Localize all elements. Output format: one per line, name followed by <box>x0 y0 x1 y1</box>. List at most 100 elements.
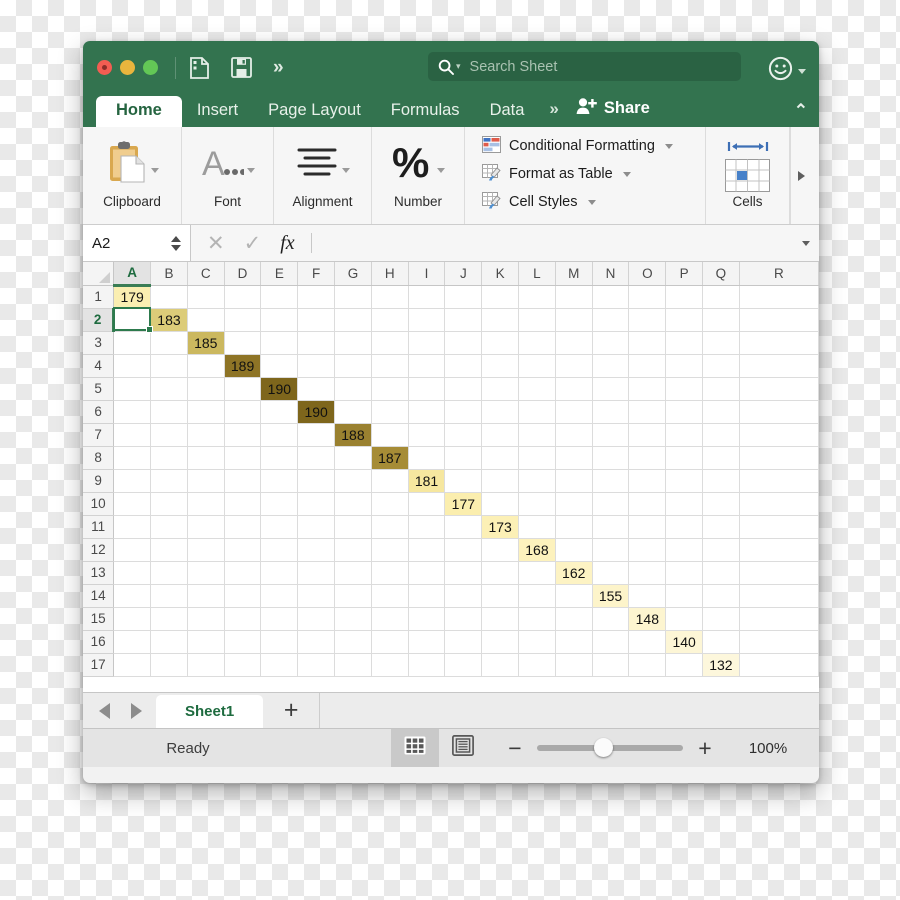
new-from-template-icon[interactable] <box>189 56 210 79</box>
collapse-ribbon-icon[interactable]: ⌃ <box>794 101 808 121</box>
page-layout-view-button[interactable] <box>439 729 487 767</box>
cell-D10[interactable] <box>224 492 262 516</box>
cell-D11[interactable] <box>224 515 262 539</box>
cell-H4[interactable] <box>371 354 409 378</box>
cell-M8[interactable] <box>555 446 593 470</box>
cell-B9[interactable] <box>150 469 188 493</box>
chevron-down-icon[interactable] <box>664 143 673 149</box>
cell-K6[interactable] <box>481 400 520 424</box>
cell-R8[interactable] <box>739 446 819 470</box>
cell-R6[interactable] <box>739 400 819 424</box>
column-header-q[interactable]: Q <box>702 262 740 286</box>
fill-handle[interactable] <box>146 326 153 333</box>
cell-P1[interactable] <box>665 285 704 309</box>
cell-H12[interactable] <box>371 538 409 562</box>
cell-K15[interactable] <box>481 607 520 631</box>
cell-O11[interactable] <box>628 515 667 539</box>
chevron-down-icon[interactable] <box>622 171 631 177</box>
cell-D4[interactable]: 189 <box>224 354 262 378</box>
cell-I1[interactable] <box>408 285 446 309</box>
cell-H2[interactable] <box>371 308 409 332</box>
cell-E5[interactable]: 190 <box>260 377 299 401</box>
ribbon-group-number[interactable]: % Number <box>372 127 465 224</box>
cell-I12[interactable] <box>408 538 446 562</box>
cell-C1[interactable] <box>187 285 225 309</box>
cell-E6[interactable] <box>260 400 299 424</box>
confirm-formula-icon[interactable]: ✓ <box>244 233 262 254</box>
cell-B16[interactable] <box>150 630 188 654</box>
cell-R3[interactable] <box>739 331 819 355</box>
cell-A12[interactable] <box>113 538 152 562</box>
ribbon-overflow-button[interactable] <box>790 127 812 224</box>
cell-Q6[interactable] <box>702 400 740 424</box>
cell-R17[interactable] <box>739 653 819 677</box>
cell-K10[interactable] <box>481 492 520 516</box>
cell-O1[interactable] <box>628 285 667 309</box>
cell-O9[interactable] <box>628 469 667 493</box>
cell-L9[interactable] <box>518 469 556 493</box>
close-window-button[interactable] <box>97 60 112 75</box>
cell-O13[interactable] <box>628 561 667 585</box>
percent-icon[interactable]: % <box>392 139 434 190</box>
cell-B8[interactable] <box>150 446 188 470</box>
formula-input[interactable] <box>311 225 793 261</box>
cell-K17[interactable] <box>481 653 520 677</box>
cell-R11[interactable] <box>739 515 819 539</box>
cell-B1[interactable] <box>150 285 188 309</box>
alignment-lines-icon[interactable] <box>295 145 339 186</box>
cell-J16[interactable] <box>444 630 483 654</box>
cell-Q15[interactable] <box>702 607 740 631</box>
cell-B3[interactable] <box>150 331 188 355</box>
cell-F5[interactable] <box>297 377 336 401</box>
cell-P16[interactable]: 140 <box>665 630 704 654</box>
cell-K5[interactable] <box>481 377 520 401</box>
column-header-f[interactable]: F <box>297 262 336 286</box>
cell-Q12[interactable] <box>702 538 740 562</box>
cell-C8[interactable] <box>187 446 225 470</box>
insert-function-icon[interactable]: fx <box>280 232 294 255</box>
cell-P3[interactable] <box>665 331 704 355</box>
cell-I14[interactable] <box>408 584 446 608</box>
zoom-slider-knob[interactable] <box>594 738 613 757</box>
cell-F13[interactable] <box>297 561 336 585</box>
ribbon-group-font[interactable]: A Font <box>182 127 274 224</box>
cell-E12[interactable] <box>260 538 299 562</box>
row-header-10[interactable]: 10 <box>83 492 115 516</box>
cell-M14[interactable] <box>555 584 593 608</box>
cell-E10[interactable] <box>260 492 299 516</box>
cell-Q13[interactable] <box>702 561 740 585</box>
cell-G5[interactable] <box>334 377 372 401</box>
cell-P15[interactable] <box>665 607 704 631</box>
cell-L14[interactable] <box>518 584 556 608</box>
cell-I16[interactable] <box>408 630 446 654</box>
cell-C11[interactable] <box>187 515 225 539</box>
cell-I15[interactable] <box>408 607 446 631</box>
cell-C12[interactable] <box>187 538 225 562</box>
column-header-b[interactable]: B <box>150 262 188 286</box>
cell-C15[interactable] <box>187 607 225 631</box>
cell-J9[interactable] <box>444 469 483 493</box>
cells-grid-icon[interactable] <box>725 159 770 197</box>
cell-K2[interactable] <box>481 308 520 332</box>
cell-F11[interactable] <box>297 515 336 539</box>
number-dropdown-icon[interactable] <box>436 167 445 173</box>
cell-G2[interactable] <box>334 308 372 332</box>
cell-A14[interactable] <box>113 584 152 608</box>
cell-H3[interactable] <box>371 331 409 355</box>
zoom-out-button[interactable]: − <box>493 736 537 760</box>
cell-I7[interactable] <box>408 423 446 447</box>
cell-G7[interactable]: 188 <box>334 423 372 447</box>
cell-E13[interactable] <box>260 561 299 585</box>
search-sheet-box[interactable]: ▾ <box>428 52 741 81</box>
row-header-17[interactable]: 17 <box>83 653 115 677</box>
zoom-in-button[interactable]: + <box>683 736 727 760</box>
cell-H6[interactable] <box>371 400 409 424</box>
cell-B11[interactable] <box>150 515 188 539</box>
cell-C2[interactable] <box>187 308 225 332</box>
name-box-stepper[interactable] <box>171 235 181 251</box>
add-sheet-button[interactable]: + <box>263 693 319 728</box>
cell-Q1[interactable] <box>702 285 740 309</box>
search-input[interactable] <box>467 57 731 76</box>
cell-A11[interactable] <box>113 515 152 539</box>
cell-F15[interactable] <box>297 607 336 631</box>
